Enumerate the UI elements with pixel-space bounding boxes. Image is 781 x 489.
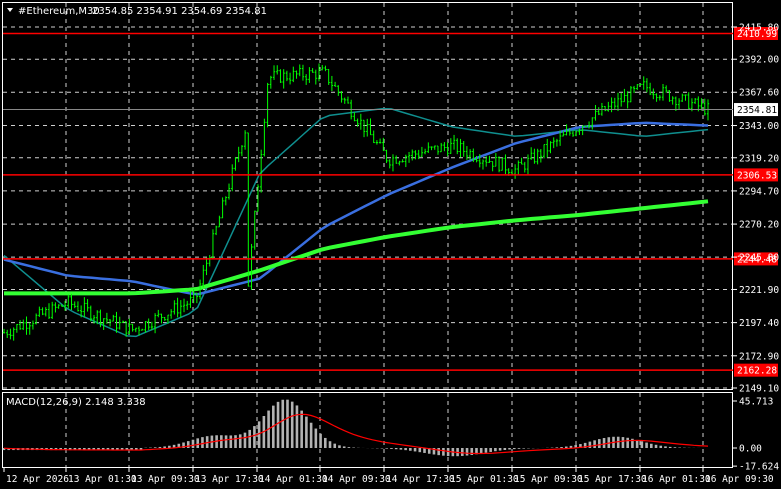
time-tick-label: 12 Apr 2026 (6, 474, 69, 485)
chevron-down-icon[interactable] (7, 8, 13, 12)
time-tick-label: 15 Apr 17:30 (578, 474, 647, 485)
price-tick-label: 2392.00 (739, 55, 779, 66)
time-tick-label: 15 Apr 01:30 (450, 474, 519, 485)
time-tick-label: 13 Apr 01:30 (68, 474, 137, 485)
time-tick-label: 15 Apr 09:30 (514, 474, 583, 485)
price-tick-label: 2367.60 (739, 88, 779, 99)
time-tick-label: 13 Apr 09:30 (131, 474, 200, 485)
level-price-label: 2306.53 (737, 170, 777, 181)
price-tick-label: 2245.80 (739, 253, 779, 264)
macd-tick-label: 45.713 (739, 397, 773, 408)
ohlc-values: 2354.85 2354.91 2354.69 2354.81 (92, 6, 267, 17)
price-tick-label: 2172.90 (739, 351, 779, 362)
time-axis: 12 Apr 2026 13 Apr 01:3013 Apr 09:3013 Ap… (3, 468, 774, 485)
price-tick-label: 2415.80 (739, 23, 779, 34)
symbol-label: #Ethereum,M30 (18, 6, 100, 17)
price-axis: 2415.80 2392.00 2367.60 2343.00 2319.20 2294.… (733, 23, 779, 395)
price-tick-label: 2319.20 (739, 153, 779, 164)
macd-signal-line (3, 413, 709, 455)
price-tick-label: 2294.70 (739, 186, 779, 197)
current-price-label: 2354.81 (737, 105, 777, 116)
time-tick-label: 13 Apr 17:30 (195, 474, 264, 485)
candle-series (2, 63, 710, 341)
chart-header: #Ethereum,M30 2354.85 2354.91 2354.69 23… (7, 6, 267, 17)
time-tick-label: 14 Apr 17:30 (386, 474, 455, 485)
ma-fast-line (3, 107, 709, 338)
ma-mid-line (3, 121, 709, 296)
price-tick-label: 2197.40 (739, 318, 779, 329)
price-tick-label: 2149.10 (739, 384, 779, 395)
macd-label: MACD(12,26,9) 2.148 3.338 (6, 397, 146, 408)
time-tick-label: 14 Apr 01:30 (259, 474, 328, 485)
level-price-label: 2162.28 (737, 366, 777, 377)
macd-tick-label: 0.00 (739, 444, 762, 455)
time-tick-label: 16 Apr 09:30 (705, 474, 774, 485)
price-tick-label: 2221.90 (739, 285, 779, 296)
macd-tick-label: -17.624 (739, 462, 779, 473)
moving-averages (3, 107, 709, 338)
time-tick-label: 16 Apr 01:30 (642, 474, 711, 485)
current-price-marker: 2354.81 (3, 103, 778, 117)
time-tick-label: 14 Apr 09:30 (322, 474, 391, 485)
price-tick-label: 2270.20 (739, 220, 779, 231)
trading-chart[interactable]: 2410.992306.532244.482162.28 45.7130.00-… (0, 0, 781, 489)
main-chart-frame (2, 2, 733, 390)
price-tick-label: 2343.00 (739, 121, 779, 132)
